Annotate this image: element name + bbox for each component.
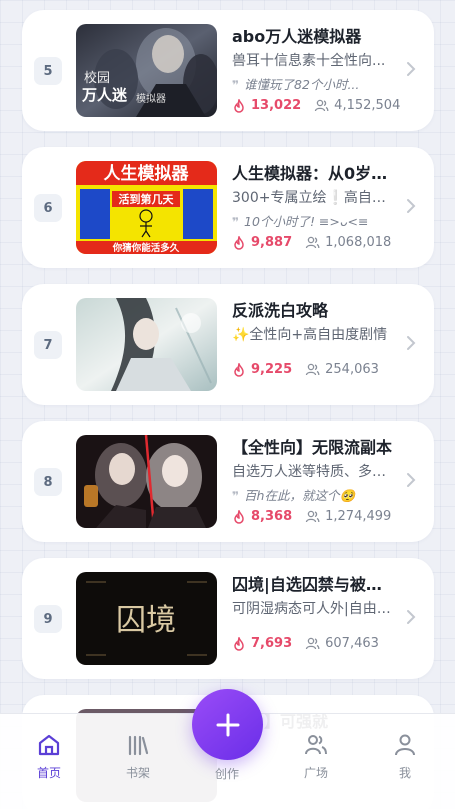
item-title: 囚境|自选囚禁与被囚禁 bbox=[232, 575, 397, 594]
item-description: 可阴湿病态可人外|自由选择 bbox=[232, 601, 392, 617]
rank-badge: 9 bbox=[34, 605, 62, 633]
flame-icon bbox=[234, 636, 244, 651]
cover-text: 活到第几天 bbox=[119, 192, 175, 206]
profile-icon bbox=[395, 734, 415, 756]
cover-text: 人生模拟器 bbox=[104, 163, 190, 184]
cover-text: 万人迷 bbox=[81, 86, 128, 104]
item-quote: ❞ 10个小时了! ≡>ᴗ<≡ bbox=[232, 214, 369, 229]
item-title: 【全性向】无限流副本 bbox=[232, 438, 393, 457]
nav-home[interactable]: 首页 bbox=[19, 732, 79, 781]
nav-me-label: 我 bbox=[398, 766, 411, 780]
users-icon bbox=[305, 510, 320, 523]
cover-text: 你猜你能活多久 bbox=[112, 242, 180, 254]
user-count: 1,274,499 bbox=[325, 509, 392, 524]
cover-image bbox=[76, 435, 217, 528]
quote-icon: ❞ bbox=[232, 215, 240, 229]
heat-count: 8,368 bbox=[251, 509, 293, 524]
flame-icon bbox=[234, 509, 244, 524]
chevron-right-icon bbox=[407, 199, 416, 213]
create-button[interactable] bbox=[192, 689, 263, 760]
list-item[interactable]: 6 人生模拟器 活到第几天 你猜你能活多久 人生模拟器：从0岁开始 300+专属… bbox=[22, 147, 434, 268]
plus-icon bbox=[216, 713, 239, 736]
cover-image: 人生模拟器 活到第几天 你猜你能活多久 bbox=[76, 161, 217, 254]
quote-icon: ❞ bbox=[232, 489, 240, 503]
nav-shelf-label: 书架 bbox=[125, 766, 150, 780]
item-description: 兽耳十信息素十全性向... bbox=[232, 53, 386, 69]
item-title: 人生模拟器：从0岁开始 bbox=[232, 164, 397, 183]
item-stats: 13,022 4,152,504 bbox=[232, 98, 400, 113]
item-title: abo万人迷模拟器 bbox=[232, 27, 362, 46]
chevron-right-icon bbox=[407, 473, 416, 487]
flame-icon bbox=[234, 362, 244, 377]
item-quote: ❞ 谁懂玩了82个小时... bbox=[232, 77, 360, 92]
nav-square-label: 广场 bbox=[303, 766, 328, 780]
users-icon bbox=[315, 99, 329, 112]
rank-badge: 6 bbox=[34, 194, 62, 222]
item-title: 反派洗白攻略 bbox=[232, 301, 329, 320]
users-icon bbox=[305, 637, 320, 650]
list-item[interactable]: 9 囚境 囚境|自选囚禁与被囚禁 可阴湿病态可人外|自由选择 7,693 607… bbox=[22, 558, 434, 679]
rank-badge: 8 bbox=[34, 468, 62, 496]
cover-image: 囚境 bbox=[76, 572, 217, 665]
rank-badge: 5 bbox=[34, 57, 62, 85]
chevron-right-icon bbox=[407, 336, 416, 350]
item-description: ✨全性向+高自由度剧情 bbox=[232, 327, 388, 343]
user-count: 1,068,018 bbox=[325, 235, 392, 250]
flame-icon bbox=[234, 235, 244, 250]
users-icon bbox=[305, 236, 320, 249]
nav-shelf[interactable]: 书架 bbox=[108, 732, 168, 781]
nav-home-label: 首页 bbox=[36, 766, 61, 780]
cover-text: 囚境 bbox=[116, 603, 176, 638]
item-description: 300+专属立绘❕高自由度 bbox=[232, 190, 392, 206]
cover-text: 校园 bbox=[84, 70, 110, 86]
item-stats: 9,225 254,063 bbox=[232, 362, 379, 377]
heat-count: 9,225 bbox=[251, 362, 293, 377]
heat-count: 7,693 bbox=[251, 636, 293, 651]
item-stats: 9,887 1,068,018 bbox=[232, 235, 391, 250]
cover-text: 模拟器 bbox=[136, 92, 166, 105]
flame-icon bbox=[234, 98, 244, 113]
chevron-right-icon bbox=[407, 610, 416, 624]
item-stats: 8,368 1,274,499 bbox=[232, 509, 391, 524]
nav-square[interactable]: 广场 bbox=[286, 732, 346, 781]
rank-badge: 7 bbox=[34, 331, 62, 359]
cover-image: 校园 万人迷 模拟器 bbox=[76, 24, 217, 117]
user-count: 4,152,504 bbox=[334, 98, 401, 113]
quote-icon: ❞ bbox=[232, 78, 240, 92]
cover-image bbox=[76, 298, 217, 391]
item-description: 自选万人迷等特质、多结局 bbox=[232, 464, 392, 480]
item-stats: 7,693 607,463 bbox=[232, 636, 379, 651]
item-quote: ❞ 百h在此，就这个🥺 bbox=[232, 488, 356, 503]
list-item[interactable]: 7 反派洗白攻略 ✨全性向+高自由度剧情 9,225 254,063 bbox=[22, 284, 434, 405]
user-count: 607,463 bbox=[325, 636, 379, 651]
nav-me[interactable]: 我 bbox=[375, 732, 435, 781]
chevron-right-icon bbox=[407, 62, 416, 76]
home-icon bbox=[38, 734, 60, 756]
community-icon bbox=[305, 735, 327, 755]
list-item[interactable]: 5 校园 万人迷 模拟器 abo万人迷模拟器 兽耳十信息素十全性向... ❞ 谁… bbox=[22, 10, 434, 131]
list-item[interactable]: 8 【全性向】无限流副本 自选万人迷等特质、多结局 ❞ 百h在此，就这个🥺 8,3… bbox=[22, 421, 434, 542]
user-count: 254,063 bbox=[325, 362, 379, 377]
create-label: 创作 bbox=[214, 767, 239, 781]
heat-count: 9,887 bbox=[251, 235, 293, 250]
bookshelf-icon bbox=[128, 735, 149, 756]
users-icon bbox=[305, 363, 320, 376]
heat-count: 13,022 bbox=[251, 98, 302, 113]
